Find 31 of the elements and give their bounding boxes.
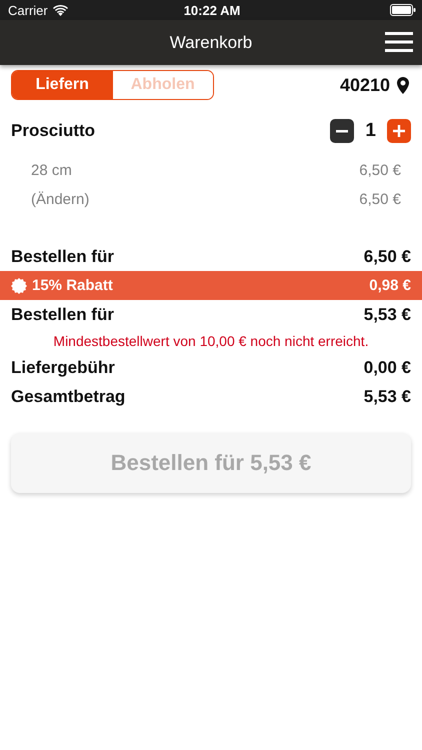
quantity: 1 xyxy=(365,120,376,142)
plus-icon xyxy=(393,125,405,137)
postcode: 40210 xyxy=(340,74,390,96)
option-label: (Ändern) xyxy=(31,191,90,208)
summary-label: Bestellen für xyxy=(11,304,114,324)
badge-icon xyxy=(11,278,27,294)
discount-value: 0,98 € xyxy=(369,277,411,294)
summary-label: Liefergebühr xyxy=(11,358,115,378)
summary-label: Gesamtbetrag xyxy=(11,386,126,406)
summary-value: 5,53 € xyxy=(364,304,411,324)
summary-value: 0,00 € xyxy=(364,358,411,378)
screen-title: Warenkorb xyxy=(170,32,252,52)
discount-label: 15% Rabatt xyxy=(32,277,113,294)
delivery-tab[interactable]: Liefern xyxy=(12,71,112,99)
summary-label: Bestellen für xyxy=(11,246,114,266)
minimum-order-warning: Mindestbestellwert von 10,00 € noch nicht erreicht. xyxy=(52,332,370,351)
menu-icon[interactable] xyxy=(385,31,413,53)
minus-icon xyxy=(336,130,348,132)
item-name: Prosciutto xyxy=(11,121,96,141)
location-pin-icon xyxy=(397,76,409,94)
decrease-button[interactable] xyxy=(330,119,354,143)
battery-icon xyxy=(390,4,416,16)
option-price: 6,50 € xyxy=(359,162,401,179)
option-label: 28 cm xyxy=(31,162,72,179)
carrier-label: Carrier xyxy=(8,2,48,18)
wifi-icon xyxy=(52,4,68,16)
option-price: 6,50 € xyxy=(359,191,401,208)
clock-time: 10:22 AM xyxy=(182,2,242,18)
summary-value: 6,50 € xyxy=(364,246,411,266)
summary-value: 5,53 € xyxy=(364,386,411,406)
increase-button[interactable] xyxy=(387,119,411,143)
